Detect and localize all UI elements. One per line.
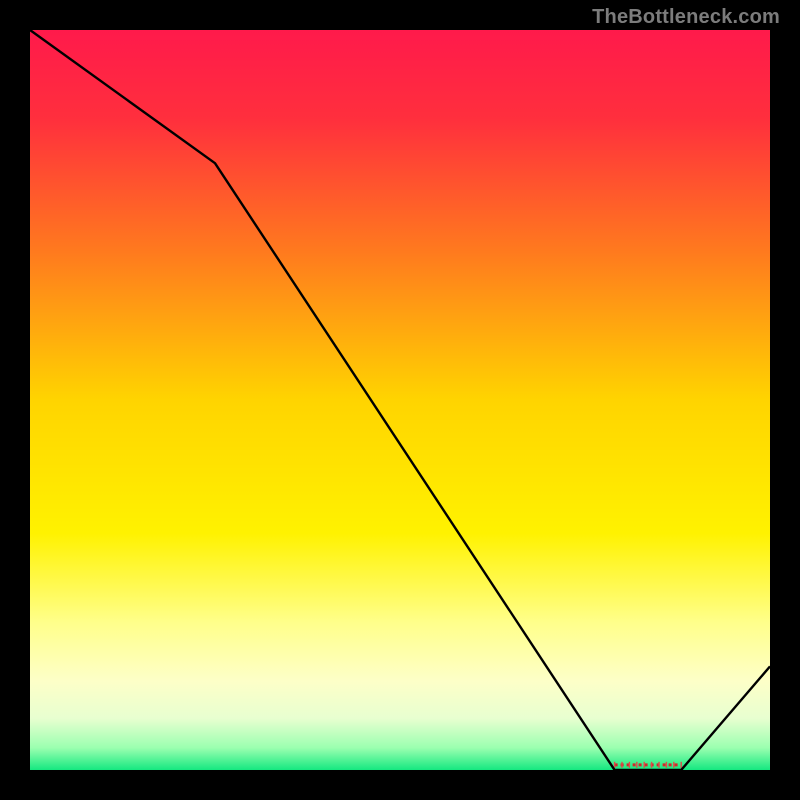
watermark-text: TheBottleneck.com	[592, 6, 780, 29]
plot-area	[30, 30, 770, 770]
gradient-background	[30, 30, 770, 770]
chart-svg	[30, 30, 770, 770]
chart-frame: TheBottleneck.com	[0, 0, 800, 800]
